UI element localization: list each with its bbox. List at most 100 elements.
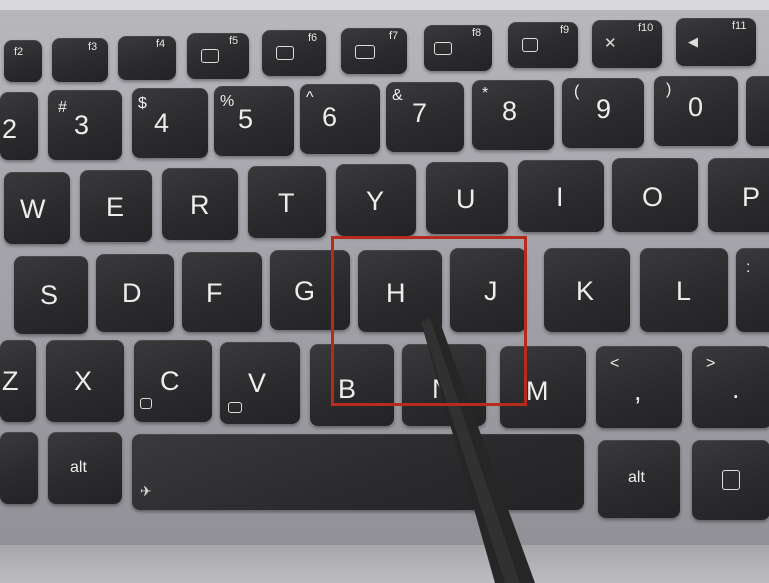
- key-l: L: [640, 248, 728, 332]
- key-comma-label: ,: [634, 376, 642, 406]
- key-u: U: [426, 162, 508, 234]
- brightness-up-icon: [276, 46, 294, 60]
- keyboard-photo: f2 f3 f4 f5 f6 f7 f8 f9 f10 ✕ f11 ◀ 2 # …: [0, 0, 769, 583]
- f6-key-label: f6: [308, 32, 318, 44]
- key-x-label: X: [74, 366, 93, 396]
- f11-key: f11 ◀: [676, 18, 756, 66]
- key-6-label: 6: [322, 102, 338, 132]
- key-7: & 7: [386, 82, 464, 152]
- f3-key-label: f3: [88, 41, 98, 53]
- f2-key-label: f2: [14, 46, 24, 58]
- key-l-label: L: [676, 276, 692, 306]
- key-menu: [692, 440, 769, 520]
- key-y-label: Y: [366, 186, 385, 216]
- snapshot-icon: [140, 398, 152, 409]
- camera-icon: [228, 402, 242, 413]
- key-k-label: K: [576, 276, 595, 306]
- key-j-label: J: [484, 276, 498, 306]
- laptop-palmrest: [0, 545, 769, 583]
- key-k: K: [544, 248, 630, 332]
- f9-key-label: f9: [560, 24, 570, 36]
- f5-key: f5: [187, 33, 249, 79]
- key-w: W: [4, 172, 70, 244]
- volume-down-icon: ◀: [688, 34, 698, 49]
- display-switch-icon: [434, 42, 452, 55]
- key-8-label: 8: [502, 96, 518, 126]
- key-e: E: [80, 170, 152, 242]
- key-semicolon-shift-label: :: [746, 259, 751, 276]
- key-3-label: 3: [74, 110, 90, 140]
- key-5-label: 5: [238, 104, 254, 134]
- key-p-label: P: [742, 182, 761, 212]
- key-n-label: N: [432, 374, 452, 404]
- f3-key: f3: [52, 38, 108, 82]
- key-x: X: [46, 340, 124, 422]
- key-o: O: [612, 158, 698, 232]
- display-off-icon: [355, 45, 375, 59]
- key-minus: [746, 76, 769, 146]
- key-comma-shift-label: <: [610, 355, 620, 372]
- key-0: ) 0: [654, 76, 738, 146]
- key-b-label: B: [338, 374, 357, 404]
- key-semicolon: :: [736, 248, 769, 332]
- key-7-shift-label: &: [392, 87, 403, 104]
- key-period-shift-label: >: [706, 355, 716, 372]
- f4-key: f4: [118, 36, 176, 80]
- key-f: F: [182, 252, 262, 332]
- key-z: Z: [0, 340, 36, 422]
- key-4-shift-label: $: [138, 95, 147, 112]
- key-g: G: [270, 250, 350, 330]
- key-r-label: R: [190, 190, 210, 220]
- f9-key: f9: [508, 22, 578, 68]
- key-left-alt-label: alt: [70, 459, 87, 476]
- key-o-label: O: [642, 182, 664, 212]
- brightness-down-icon: [201, 49, 219, 63]
- f8-key: f8: [424, 25, 492, 71]
- key-j: J: [450, 248, 526, 332]
- f5-key-label: f5: [229, 35, 239, 47]
- key-9: ( 9: [562, 78, 644, 148]
- key-y: Y: [336, 164, 416, 236]
- key-v-label: V: [248, 368, 267, 398]
- key-d-label: D: [122, 278, 142, 308]
- key-i-label: I: [556, 182, 564, 212]
- key-7-label: 7: [412, 98, 428, 128]
- key-i: I: [518, 160, 604, 232]
- key-t-label: T: [278, 188, 295, 218]
- key-u-label: U: [456, 184, 476, 214]
- key-windows: [0, 432, 38, 504]
- key-right-alt: alt: [598, 440, 680, 518]
- key-e-label: E: [106, 192, 125, 222]
- key-t: T: [248, 166, 326, 238]
- key-3: # 3: [48, 90, 122, 160]
- key-r: R: [162, 168, 238, 240]
- laptop-bezel-top: [0, 0, 769, 10]
- key-4: $ 4: [132, 88, 208, 158]
- key-c: C: [134, 340, 212, 422]
- key-2-label: 2: [2, 114, 18, 144]
- key-m: M: [500, 346, 586, 428]
- key-p: P: [708, 158, 769, 232]
- f11-key-label: f11: [732, 20, 747, 32]
- key-comma: < ,: [596, 346, 682, 428]
- f7-key-label: f7: [389, 30, 399, 42]
- key-6: ^ 6: [300, 84, 380, 154]
- key-0-label: 0: [688, 92, 704, 122]
- key-9-shift-label: (: [574, 83, 580, 100]
- key-b: B: [310, 344, 394, 426]
- key-f-label: F: [206, 278, 223, 308]
- key-5-shift-label: %: [220, 93, 235, 110]
- f2-key: f2: [4, 40, 42, 82]
- key-8-shift-label: *: [482, 85, 489, 102]
- key-v: V: [220, 342, 300, 424]
- key-period: > .: [692, 346, 769, 428]
- key-period-label: .: [732, 374, 740, 404]
- key-h-label: H: [386, 278, 406, 308]
- key-5: % 5: [214, 86, 294, 156]
- key-4-label: 4: [154, 108, 170, 138]
- key-s: S: [14, 256, 88, 334]
- key-m-label: M: [526, 376, 549, 406]
- key-c-label: C: [160, 366, 180, 396]
- key-3-shift-label: #: [58, 99, 67, 116]
- key-n: N: [402, 344, 486, 426]
